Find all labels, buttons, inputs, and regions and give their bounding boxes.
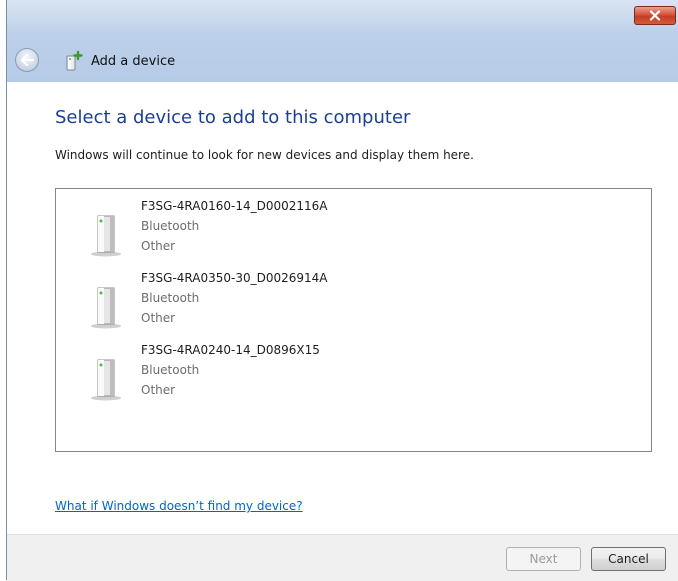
help-link[interactable]: What if Windows doesn’t find my device? [55, 499, 303, 513]
device-list[interactable]: F3SG-4RA0160-14_D0002116A Bluetooth Othe… [55, 188, 652, 452]
device-item[interactable]: F3SG-4RA0350-30_D0026914A Bluetooth Othe… [80, 271, 400, 337]
device-name: F3SG-4RA0240-14_D0896X15 [141, 343, 320, 357]
device-category: Other [141, 239, 176, 253]
title-bar: Add a device [7, 0, 678, 82]
next-button[interactable]: Next [506, 547, 581, 571]
device-item[interactable]: F3SG-4RA0240-14_D0896X15 Bluetooth Other [80, 343, 400, 409]
device-category: Other [141, 383, 176, 397]
device-type: Bluetooth [141, 219, 200, 233]
back-button[interactable] [15, 48, 39, 72]
device-tower-icon [91, 287, 121, 329]
device-category: Other [141, 311, 176, 325]
cancel-button[interactable]: Cancel [591, 547, 666, 571]
device-item[interactable]: F3SG-4RA0160-14_D0002116A Bluetooth Othe… [80, 199, 400, 265]
close-icon [649, 10, 661, 21]
back-arrow-icon [20, 54, 34, 66]
close-button[interactable] [634, 6, 676, 25]
footer-bar: Next Cancel [7, 534, 678, 581]
instruction-text: Windows will continue to look for new de… [55, 148, 474, 162]
device-type: Bluetooth [141, 291, 200, 305]
device-type: Bluetooth [141, 363, 200, 377]
add-device-icon [66, 50, 83, 71]
add-device-window: Add a device Select a device to add to t… [6, 0, 678, 581]
window-title: Add a device [91, 54, 176, 69]
device-name: F3SG-4RA0350-30_D0026914A [141, 271, 328, 285]
device-tower-icon [91, 215, 121, 257]
page-title: Select a device to add to this computer [55, 107, 411, 128]
device-name: F3SG-4RA0160-14_D0002116A [141, 199, 328, 213]
device-tower-icon [91, 359, 121, 401]
